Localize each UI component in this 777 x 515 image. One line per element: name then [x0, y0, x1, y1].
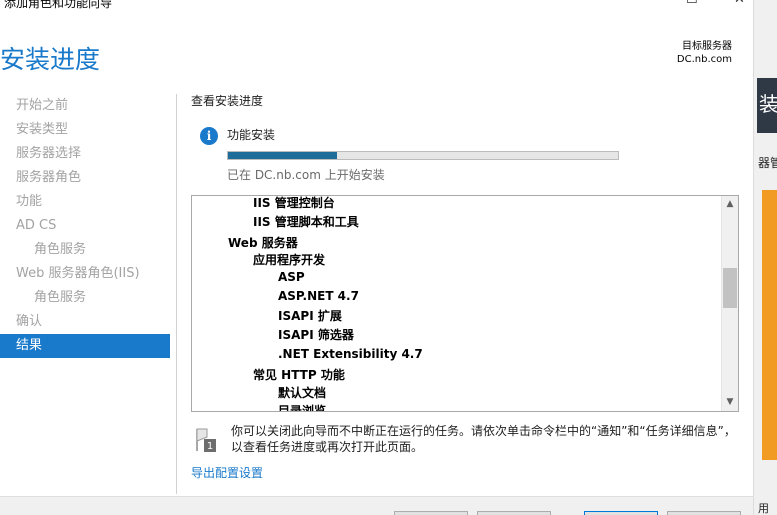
list-item: 应用程序开发: [253, 253, 326, 267]
page-title: 安装进度: [0, 45, 101, 74]
list-item: IIS 管理控制台: [253, 196, 335, 210]
list-item: ASP: [278, 270, 305, 284]
nav-item-confirmation[interactable]: 确认: [0, 310, 170, 334]
info-icon: i: [200, 127, 218, 145]
progress-bar: [227, 151, 619, 160]
nav-item-role-services-iis[interactable]: 角色服务: [0, 286, 170, 310]
notification-number: 1: [207, 441, 213, 452]
background-orange-panel: [762, 190, 777, 460]
list-item: 默认文档: [278, 386, 327, 400]
section-label: 查看安装进度: [191, 94, 264, 108]
list-item: ISAPI 扩展: [278, 309, 342, 323]
list-item: .NET Extensibility 4.7: [278, 347, 423, 361]
features-list: IIS 管理控制台 IIS 管理脚本和工具 Web 服务器 应用程序开发 ASP…: [192, 196, 721, 411]
previous-button[interactable]: [394, 511, 468, 515]
wizard-nav: 开始之前 安装类型 服务器选择 服务器角色 功能 AD CS 角色服务 Web …: [0, 94, 170, 358]
maximize-icon[interactable]: ☐: [686, 0, 698, 7]
destination-server-name: DC.nb.com: [676, 54, 732, 65]
background-bottom-text: 用: [758, 502, 769, 515]
background-tile: 装: [757, 78, 777, 133]
nav-item-features[interactable]: 功能: [0, 190, 170, 214]
next-button[interactable]: [477, 511, 551, 515]
nav-item-server-selection[interactable]: 服务器选择: [0, 142, 170, 166]
progress-status: 已在 DC.nb.com 上开始安装: [227, 168, 385, 182]
notification-flag-icon: 1: [196, 428, 216, 452]
nav-item-web-server-role[interactable]: Web 服务器角色(IIS): [0, 262, 170, 286]
background-window: 装 器管 用: [753, 0, 777, 515]
features-scrollbar[interactable]: ▲ ▼: [721, 196, 738, 411]
list-item: 目录浏览: [278, 404, 327, 411]
wizard-button-bar: [0, 496, 753, 515]
close-button[interactable]: [584, 511, 658, 515]
scroll-up-icon[interactable]: ▲: [722, 196, 738, 213]
title-bar: 添加角色和功能向导 ☐ ✕: [0, 0, 760, 10]
export-config-link[interactable]: 导出配置设置: [191, 464, 263, 481]
list-item: ASP.NET 4.7: [278, 289, 359, 303]
list-item: IIS 管理脚本和工具: [253, 215, 359, 229]
wizard-header: 安装进度 目标服务器 DC.nb.com: [0, 10, 760, 90]
list-item: Web 服务器: [228, 236, 298, 250]
nav-item-results[interactable]: 结果: [0, 334, 170, 358]
destination-server-label: 目标服务器: [682, 41, 732, 52]
close-wizard-note: 你可以关闭此向导而不中断正在运行的任务。请依次单击命令栏中的“通知”和“任务详细…: [231, 424, 736, 454]
background-text: 器管: [758, 156, 777, 170]
features-listbox[interactable]: IIS 管理控制台 IIS 管理脚本和工具 Web 服务器 应用程序开发 ASP…: [191, 195, 739, 412]
nav-divider: [176, 94, 177, 494]
close-icon[interactable]: ✕: [734, 0, 745, 7]
feature-installation-title: 功能安装: [227, 128, 276, 142]
list-item: 常见 HTTP 功能: [253, 368, 345, 382]
list-item: ISAPI 筛选器: [278, 328, 354, 342]
scroll-thumb[interactable]: [723, 268, 737, 308]
nav-item-server-roles[interactable]: 服务器角色: [0, 166, 170, 190]
nav-item-role-services-adcs[interactable]: 角色服务: [0, 238, 170, 262]
scroll-down-icon[interactable]: ▼: [722, 394, 738, 411]
nav-item-installation-type[interactable]: 安装类型: [0, 118, 170, 142]
cancel-button[interactable]: [667, 511, 741, 515]
nav-item-ad-cs[interactable]: AD CS: [0, 214, 170, 238]
progress-bar-fill: [228, 152, 338, 159]
destination-server: 目标服务器 DC.nb.com: [677, 40, 732, 66]
nav-item-before-you-begin[interactable]: 开始之前: [0, 94, 170, 118]
